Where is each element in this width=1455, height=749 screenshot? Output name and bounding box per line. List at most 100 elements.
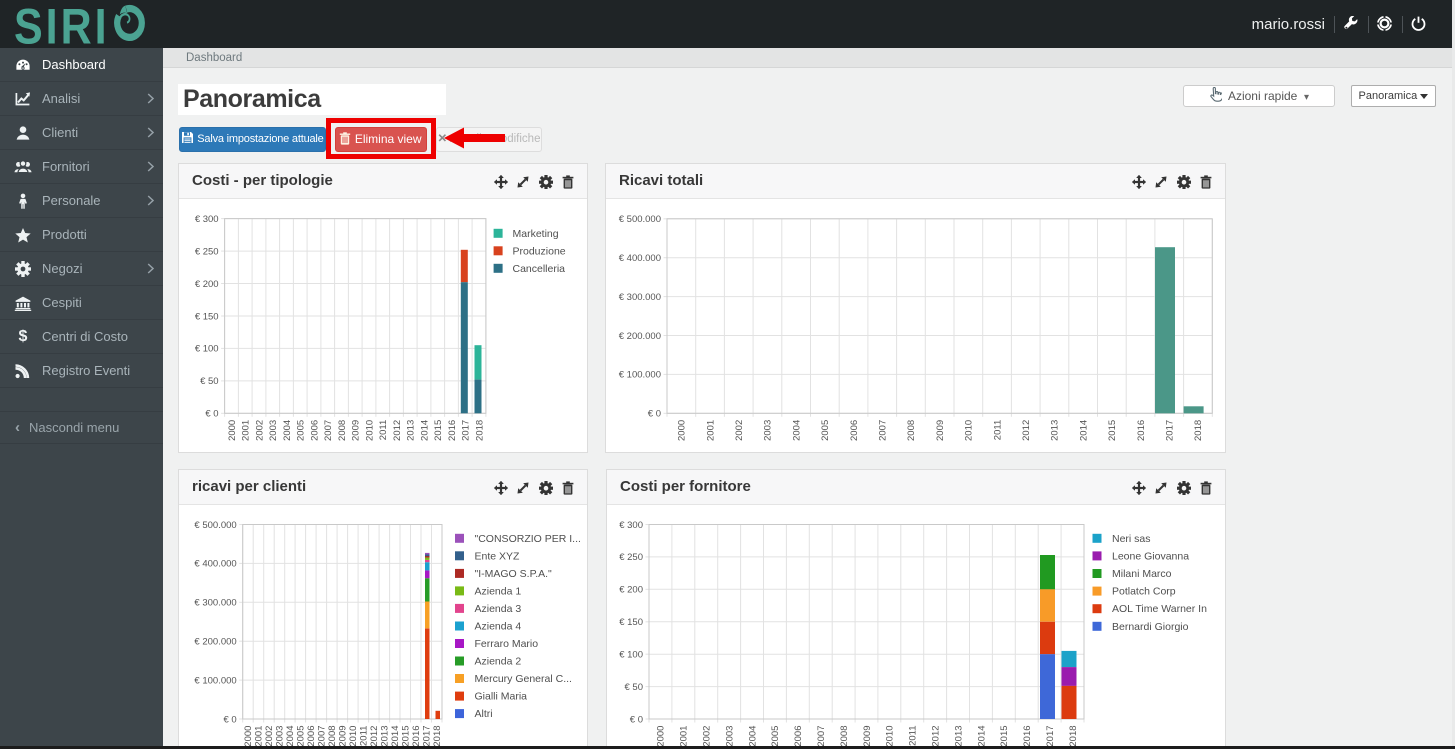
svg-text:2018: 2018	[474, 420, 485, 441]
svg-text:2007: 2007	[816, 726, 827, 747]
svg-text:€ 100: € 100	[619, 650, 643, 661]
svg-text:€ 0: € 0	[630, 714, 643, 725]
svg-text:2007: 2007	[317, 725, 328, 746]
svg-text:€ 200.000: € 200.000	[619, 331, 661, 342]
svg-text:2002: 2002	[254, 420, 265, 441]
svg-text:2008: 2008	[906, 420, 917, 441]
svg-text:2011: 2011	[359, 726, 370, 746]
svg-text:Milani Marco: Milani Marco	[1112, 568, 1172, 580]
svg-text:2008: 2008	[337, 420, 348, 441]
svg-text:€ 200: € 200	[195, 279, 219, 290]
svg-text:2012: 2012	[930, 725, 941, 746]
svg-text:"CONSORZIO PER I...: "CONSORZIO PER I...	[475, 533, 581, 545]
svg-text:Azienda 4: Azienda 4	[475, 621, 522, 633]
svg-text:2002: 2002	[264, 726, 275, 747]
svg-text:2004: 2004	[791, 420, 802, 441]
svg-text:2004: 2004	[747, 726, 758, 747]
svg-text:2017: 2017	[461, 420, 472, 441]
svg-text:2014: 2014	[976, 725, 987, 746]
svg-text:2011: 2011	[992, 420, 1003, 440]
svg-text:2015: 2015	[433, 420, 444, 441]
svg-text:2010: 2010	[885, 725, 896, 746]
svg-text:€ 100: € 100	[195, 344, 219, 355]
svg-text:2007: 2007	[878, 420, 889, 441]
svg-text:€ 50: € 50	[200, 376, 219, 387]
svg-text:2012: 2012	[1021, 420, 1032, 441]
svg-text:2017: 2017	[1045, 725, 1056, 746]
svg-text:2012: 2012	[392, 420, 403, 441]
svg-text:2009: 2009	[351, 420, 362, 441]
svg-text:2016: 2016	[1022, 725, 1033, 746]
svg-text:2001: 2001	[254, 726, 265, 747]
svg-text:"I-MAGO S.P.A.": "I-MAGO S.P.A."	[475, 568, 553, 580]
svg-text:2000: 2000	[656, 726, 667, 747]
svg-text:2010: 2010	[364, 420, 375, 441]
svg-text:2003: 2003	[724, 726, 735, 747]
svg-text:2013: 2013	[406, 420, 417, 441]
svg-text:2005: 2005	[820, 420, 831, 441]
svg-text:2015: 2015	[401, 725, 412, 746]
svg-text:2009: 2009	[935, 420, 946, 441]
svg-text:€ 300: € 300	[195, 214, 219, 225]
svg-text:2011: 2011	[378, 420, 389, 440]
svg-text:Altri: Altri	[475, 708, 493, 720]
svg-text:2003: 2003	[763, 420, 774, 441]
svg-text:2007: 2007	[323, 420, 334, 441]
svg-text:€ 400.000: € 400.000	[194, 559, 236, 570]
svg-text:€ 50: € 50	[625, 682, 644, 693]
svg-text:2006: 2006	[309, 420, 320, 441]
svg-text:€ 500.000: € 500.000	[619, 214, 661, 225]
svg-text:2014: 2014	[1078, 420, 1089, 441]
svg-text:2008: 2008	[839, 726, 850, 747]
svg-text:Marketing: Marketing	[513, 228, 559, 240]
svg-text:2013: 2013	[953, 725, 964, 746]
svg-text:2012: 2012	[369, 726, 380, 747]
svg-text:€ 150: € 150	[195, 311, 219, 322]
svg-text:Azienda 2: Azienda 2	[475, 656, 522, 668]
svg-text:€ 100.000: € 100.000	[194, 675, 236, 686]
svg-text:2016: 2016	[447, 420, 458, 441]
svg-text:€ 0: € 0	[205, 409, 218, 420]
svg-text:Neri sas: Neri sas	[1112, 533, 1151, 545]
svg-text:Mercury General C...: Mercury General C...	[475, 673, 572, 685]
svg-text:2002: 2002	[734, 420, 745, 441]
svg-text:€ 300.000: € 300.000	[619, 292, 661, 303]
svg-text:2004: 2004	[285, 726, 296, 747]
svg-text:Leone Giovanna: Leone Giovanna	[1112, 550, 1189, 562]
svg-text:2015: 2015	[999, 725, 1010, 746]
svg-text:€ 0: € 0	[223, 714, 236, 725]
svg-text:2014: 2014	[390, 725, 401, 746]
svg-text:€ 250: € 250	[195, 246, 219, 257]
svg-text:Produzione: Produzione	[513, 245, 566, 257]
svg-text:AOL Time Warner In: AOL Time Warner In	[1112, 603, 1207, 615]
svg-text:2004: 2004	[282, 420, 293, 441]
svg-text:€ 400.000: € 400.000	[619, 253, 661, 264]
svg-text:€ 100.000: € 100.000	[619, 370, 661, 381]
svg-text:2006: 2006	[849, 420, 860, 441]
svg-text:2018: 2018	[432, 725, 443, 746]
svg-text:€ 150: € 150	[619, 617, 643, 628]
svg-text:2003: 2003	[275, 726, 286, 747]
svg-text:2006: 2006	[306, 725, 317, 746]
svg-text:2018: 2018	[1068, 725, 1079, 746]
svg-text:€ 250: € 250	[619, 552, 643, 563]
svg-text:2002: 2002	[702, 726, 713, 747]
svg-text:2005: 2005	[296, 420, 307, 441]
svg-text:2005: 2005	[296, 725, 307, 746]
svg-text:2013: 2013	[380, 726, 391, 747]
svg-text:2006: 2006	[793, 726, 804, 747]
svg-text:2009: 2009	[862, 726, 873, 747]
svg-text:2009: 2009	[338, 725, 349, 746]
svg-text:2018: 2018	[1193, 420, 1204, 441]
svg-text:Potlatch Corp: Potlatch Corp	[1112, 586, 1176, 598]
svg-text:€ 200: € 200	[619, 585, 643, 596]
svg-text:2000: 2000	[227, 420, 238, 441]
svg-text:2016: 2016	[1136, 420, 1147, 441]
svg-text:€ 300.000: € 300.000	[194, 598, 236, 609]
svg-text:€ 300: € 300	[619, 520, 643, 531]
svg-text:€ 0: € 0	[648, 409, 661, 420]
svg-text:€ 200.000: € 200.000	[194, 637, 236, 648]
svg-text:Azienda 1: Azienda 1	[475, 585, 522, 597]
svg-text:2010: 2010	[348, 726, 359, 747]
svg-text:2010: 2010	[964, 420, 975, 441]
